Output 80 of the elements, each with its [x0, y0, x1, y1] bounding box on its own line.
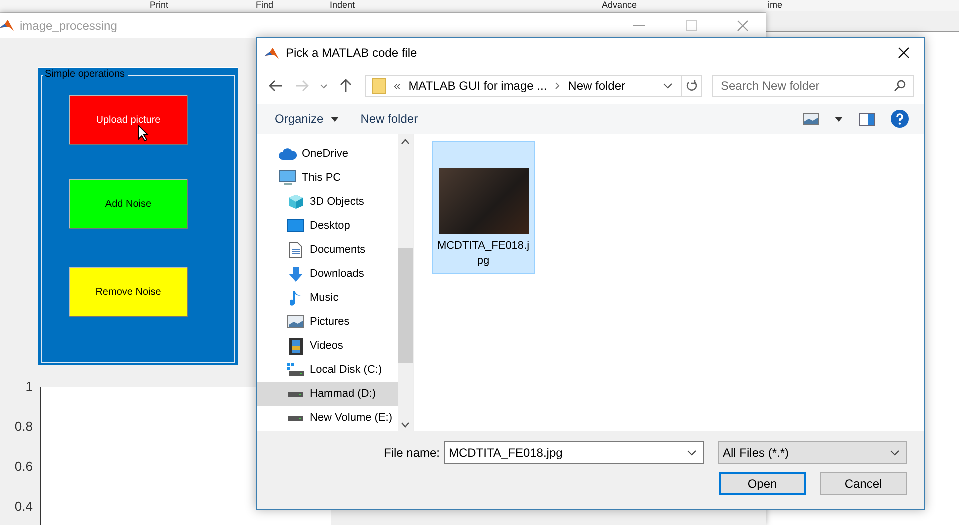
help-icon: [891, 110, 909, 128]
picture-icon: [803, 113, 819, 125]
film-icon: [289, 338, 303, 354]
file-name-field[interactable]: MCDTITA_FE018.jpg: [444, 441, 704, 464]
window-title: image_processing: [20, 18, 118, 32]
axis-tick-label: 1: [26, 379, 33, 395]
axis-tick-label: 0.6: [14, 459, 33, 475]
nav-item[interactable]: New Volume (E:): [257, 406, 398, 430]
minimize-icon: [633, 24, 645, 26]
address-bar[interactable]: « MATLAB GUI for image ... New folder: [365, 75, 702, 97]
toolbar-label: Print: [150, 0, 169, 11]
document-icon: [289, 242, 303, 258]
monitor-icon: [279, 170, 297, 186]
search-icon: [894, 80, 906, 92]
chevron-down-icon[interactable]: [663, 83, 673, 89]
chevron-down-icon: [320, 84, 328, 88]
scrollbar-thumb[interactable]: [398, 248, 413, 363]
nav-item[interactable]: OneDrive: [257, 142, 398, 166]
operation-button[interactable]: Upload picture: [69, 95, 188, 145]
nav-item[interactable]: Videos: [257, 334, 398, 358]
toolbar-label: Indent: [330, 0, 356, 11]
dialog-button[interactable]: Cancel: [820, 472, 907, 495]
system-disk-icon: [287, 363, 305, 377]
nav-item[interactable]: Music: [257, 286, 398, 310]
nav-item[interactable]: Desktop: [257, 214, 398, 238]
picture-icon: [287, 315, 305, 329]
breadcrumb[interactable]: MATLAB GUI for image ...: [408, 79, 548, 93]
caret-icon: [330, 116, 339, 122]
panel-title: Simple operations: [43, 69, 128, 81]
axis-tick-label: 0.8: [14, 419, 33, 435]
maximize-icon: [686, 20, 696, 31]
chevron-down-icon[interactable]: [687, 450, 697, 456]
scroll-up-icon: [401, 139, 410, 145]
search-field[interactable]: Search New folder: [712, 75, 914, 97]
file-tile[interactable]: MCDTITA_FE018.jpg: [432, 141, 535, 274]
mouse-pointer-icon: [138, 125, 150, 142]
music-note-icon: [290, 290, 302, 306]
breadcrumb-overflow[interactable]: «: [394, 79, 401, 93]
nav-item[interactable]: This PC: [257, 166, 398, 190]
operation-button[interactable]: Add Noise: [69, 179, 188, 229]
chevron-right-icon: [555, 82, 560, 90]
field-label: File name:: [384, 446, 440, 460]
drive-icon: [287, 414, 305, 422]
forward-arrow-icon: [295, 80, 309, 92]
command-button[interactable]: Organize: [267, 110, 347, 128]
folder-icon: [372, 78, 386, 94]
file-name: MCDTITA_FE018.jpg: [436, 239, 531, 269]
file-type-dropdown[interactable]: All Files (*.*): [718, 441, 907, 464]
nav-item[interactable]: Documents: [257, 238, 398, 262]
dialog-button[interactable]: Open: [719, 472, 806, 495]
matlab-logo-icon: [0, 19, 14, 32]
close-icon: [737, 20, 749, 32]
down-arrow-icon: [288, 266, 304, 282]
nav-item[interactable]: Downloads: [257, 262, 398, 286]
cloud-icon: [279, 148, 297, 160]
axis-tick-label: 0.4: [14, 499, 33, 515]
scroll-down-icon: [401, 422, 410, 428]
toolbar-label: ime: [768, 0, 783, 11]
matlab-logo-icon: [265, 46, 279, 60]
cube-icon: [288, 194, 304, 210]
caret-icon: [835, 116, 843, 122]
drive-icon: [287, 390, 305, 398]
nav-item[interactable]: Pictures: [257, 310, 398, 334]
refresh-icon: [686, 80, 698, 92]
scrollbar[interactable]: [398, 134, 413, 431]
close-icon: [898, 47, 910, 59]
operation-button[interactable]: Remove Noise: [69, 267, 188, 317]
toolbar-label: Advance: [602, 0, 638, 11]
nav-item[interactable]: Hammad (D:): [257, 382, 398, 406]
chevron-down-icon: [890, 450, 900, 456]
dialog-title: Pick a MATLAB code file: [286, 46, 418, 60]
back-arrow-icon: [269, 80, 283, 92]
preview-pane-icon: [859, 112, 875, 126]
up-arrow-icon: [340, 79, 352, 93]
desktop-icon: [287, 219, 305, 233]
command-button[interactable]: New folder: [352, 110, 426, 128]
breadcrumb[interactable]: New folder: [568, 79, 626, 93]
nav-item[interactable]: 3D Objects: [257, 190, 398, 214]
toolbar-label: Find: [256, 0, 274, 11]
nav-item[interactable]: Local Disk (C:): [257, 358, 398, 382]
